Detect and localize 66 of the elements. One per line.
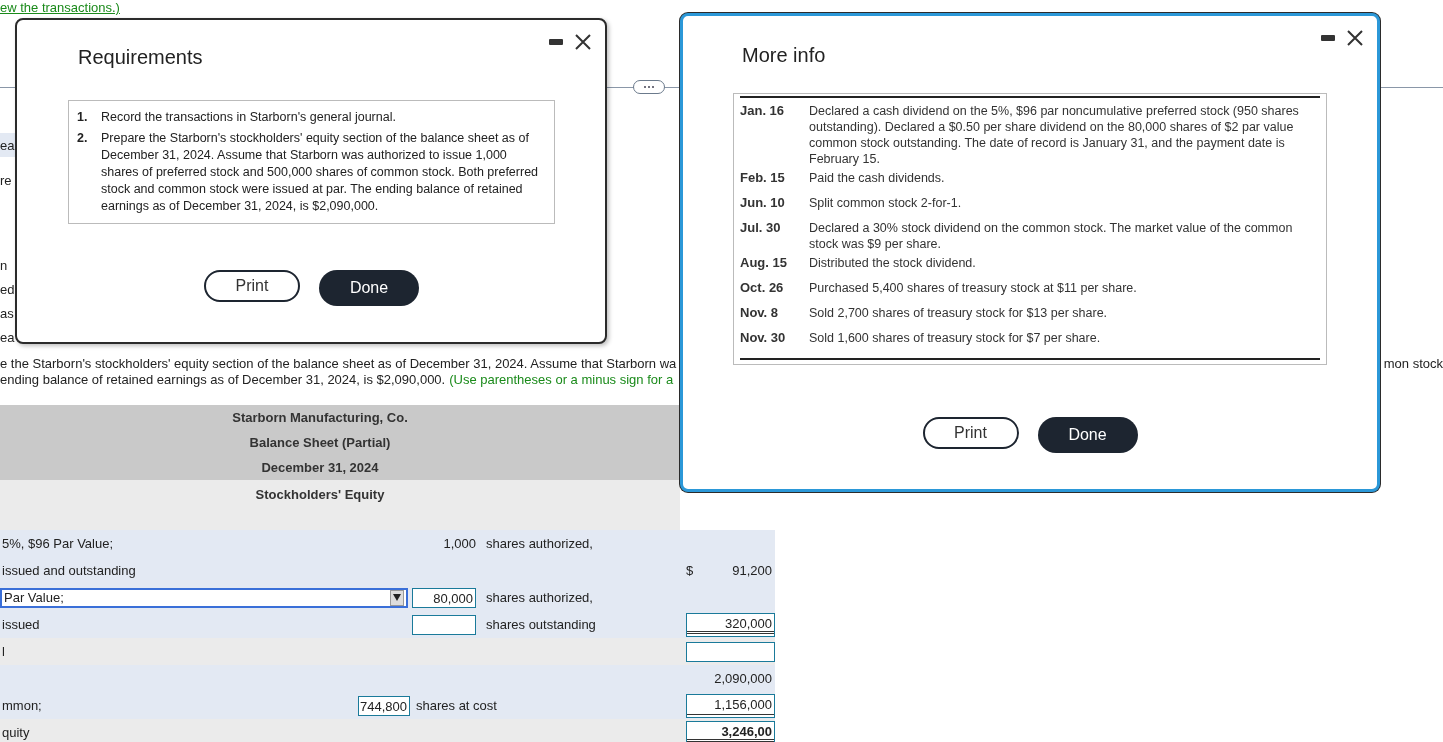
shares-label: shares at cost bbox=[416, 698, 497, 713]
transactions-link[interactable]: ew the transactions.) bbox=[0, 0, 120, 15]
transaction-date: Aug. 15 bbox=[740, 255, 788, 272]
account-label: l bbox=[1, 644, 5, 659]
transaction-date: Jul. 30 bbox=[740, 220, 782, 237]
account-label: mmon; bbox=[1, 698, 42, 713]
done-button[interactable]: Done bbox=[1037, 417, 1138, 453]
cut-text: ed bbox=[0, 280, 16, 299]
amount-value: 91,200 bbox=[732, 563, 772, 578]
sheet-heading: December 31, 2024 bbox=[260, 459, 380, 477]
item-number: 2. bbox=[77, 130, 89, 147]
caret-icon[interactable] bbox=[390, 589, 404, 606]
shares-label: shares authorized, bbox=[486, 536, 593, 551]
account-label: issued bbox=[1, 617, 40, 632]
transaction-text: Declared a 30% stock dividend on the common stock. The market value of the common stock was $9 per share. bbox=[809, 220, 1294, 252]
close-icon[interactable] bbox=[575, 34, 591, 50]
cut-text: as bbox=[0, 304, 15, 323]
transaction-date: Nov. 8 bbox=[740, 305, 780, 322]
instruction-text: e the Starborn's stockholders' equity section of the balance sheet as of December 31, 2024. Assume that Starborn wa bbox=[0, 356, 677, 372]
sheet-heading: Balance Sheet (Partial) bbox=[248, 434, 392, 452]
cut-text: ea bbox=[0, 328, 16, 347]
instruction-text: ending balance of retained earnings as of December 31, 2024, is $2,090,000. bbox=[0, 372, 446, 388]
shares-input[interactable]: 80,000 bbox=[412, 587, 476, 608]
cut-text: re bbox=[0, 171, 13, 190]
hint-text: (Use parentheses or a minus sign for a bbox=[449, 372, 674, 388]
section-heading: Stockholders' Equity bbox=[254, 485, 386, 504]
more-button[interactable] bbox=[633, 80, 665, 94]
shares-input[interactable]: 744,800 bbox=[358, 695, 410, 716]
account-label: issued and outstanding bbox=[1, 563, 136, 578]
amount-value: 2,090,000 bbox=[714, 671, 772, 686]
print-button[interactable]: Print bbox=[922, 417, 1019, 449]
shares-label: shares authorized, bbox=[486, 590, 593, 605]
sheet-heading: Starborn Manufacturing, Co. bbox=[231, 409, 409, 427]
transaction-text: Distributed the stock dividend. bbox=[809, 255, 977, 272]
transaction-text: Split common stock 2-for-1. bbox=[809, 195, 963, 212]
transaction-text: Declared a cash dividend on the 5%, $96 par noncumulative preferred stock (950 shares outstanding). Declared a $0.50 per share dividend on the 80,000 shares of $2 par value common stock outstanding. The date of record is January 31, and the payment date is February 15. bbox=[809, 103, 1300, 167]
transaction-date: Jun. 10 bbox=[740, 195, 786, 212]
requirement-text: Record the transactions in Starborn's general journal. bbox=[101, 109, 397, 126]
amount-input[interactable]: 3,246,00 bbox=[686, 720, 775, 742]
transaction-text: Sold 1,600 shares of treasury stock for $7 per share. bbox=[809, 330, 1102, 347]
requirement-text: Prepare the Starborn's stockholders' equity section of the balance sheet as of December 31, 2024. Assume that Starborn was authorized to issue 1,000 shares of preferred stock and 500,000 shares of common stock. Both preferred stock and common stock were issued at par. The ending balance of retained earnings as of December 31, 2024, is $2,090,000. bbox=[101, 130, 540, 215]
dialog-title: Requirements bbox=[78, 46, 204, 69]
account-label: quity bbox=[1, 725, 30, 740]
close-icon[interactable] bbox=[1347, 30, 1363, 46]
transaction-date: Nov. 30 bbox=[740, 330, 787, 347]
item-number: 1. bbox=[77, 109, 89, 126]
dialog-title: More info bbox=[742, 44, 827, 67]
account-label: 5%, $96 Par Value; bbox=[1, 536, 114, 551]
amount-input[interactable]: 320,000 bbox=[686, 612, 775, 637]
transaction-text: Purchased 5,400 shares of treasury stock at $11 per share. bbox=[809, 280, 1138, 297]
account-dropdown[interactable]: Par Value; bbox=[0, 587, 408, 608]
cut-text: n bbox=[0, 256, 9, 275]
done-button[interactable]: Done bbox=[319, 270, 419, 306]
amount-input[interactable]: 1,156,000 bbox=[686, 693, 775, 718]
transaction-date: Jan. 16 bbox=[740, 103, 786, 120]
currency-sign: $ bbox=[686, 563, 694, 578]
shares-label: shares outstanding bbox=[486, 617, 596, 632]
cut-text: mon stock bbox=[1383, 356, 1443, 372]
shares-input[interactable] bbox=[412, 614, 476, 635]
transaction-text: Sold 2,700 shares of treasury stock for $13 per share. bbox=[809, 305, 1109, 322]
amount-input[interactable] bbox=[686, 641, 775, 662]
transaction-text: Paid the cash dividends. bbox=[809, 170, 946, 187]
print-button[interactable]: Print bbox=[204, 270, 300, 302]
shares-value: 1,000 bbox=[443, 536, 477, 551]
transaction-date: Oct. 26 bbox=[740, 280, 785, 297]
transaction-date: Feb. 15 bbox=[740, 170, 786, 187]
